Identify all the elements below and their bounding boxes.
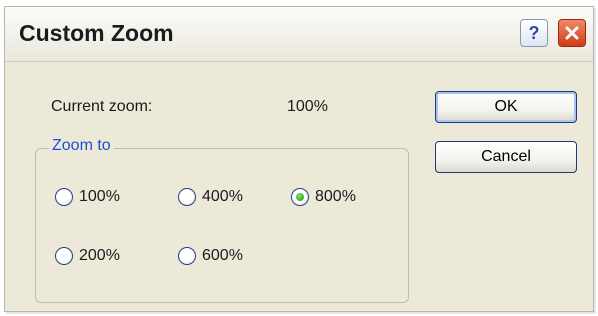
window-title: Custom Zoom — [19, 20, 174, 46]
cancel-button[interactable]: Cancel — [435, 141, 577, 173]
help-icon: ? — [528, 23, 540, 43]
zoom-to-group-title: Zoom to — [49, 137, 114, 155]
zoom-to-groupbox — [35, 148, 409, 303]
close-icon — [565, 26, 579, 40]
help-button[interactable]: ? — [520, 19, 548, 47]
radio-800-label: 800% — [315, 188, 356, 205]
radio-800[interactable]: 800% — [291, 188, 356, 206]
dialog-body: Current zoom: 100% Zoom to 100% 400% 800… — [5, 62, 593, 311]
radio-200-label: 200% — [79, 247, 120, 264]
radio-600-label: 600% — [202, 247, 243, 264]
radio-400-label: 400% — [202, 188, 243, 205]
radio-400[interactable]: 400% — [178, 188, 243, 206]
custom-zoom-dialog: Custom Zoom ? Current zoom: 100% Zoom to… — [4, 6, 594, 312]
radio-100[interactable]: 100% — [55, 188, 120, 206]
radio-100-circle[interactable] — [55, 188, 73, 206]
radio-100-label: 100% — [79, 188, 120, 205]
current-zoom-value: 100% — [287, 98, 328, 115]
ok-button[interactable]: OK — [435, 91, 577, 123]
radio-800-circle[interactable] — [291, 188, 309, 206]
radio-600-circle[interactable] — [178, 247, 196, 265]
current-zoom-label: Current zoom: — [51, 98, 153, 115]
radio-600[interactable]: 600% — [178, 247, 243, 265]
radio-400-circle[interactable] — [178, 188, 196, 206]
title-bar: Custom Zoom ? — [5, 7, 593, 62]
radio-200[interactable]: 200% — [55, 247, 120, 265]
close-button[interactable] — [558, 19, 586, 47]
radio-200-circle[interactable] — [55, 247, 73, 265]
radio-selected-dot — [296, 193, 304, 201]
